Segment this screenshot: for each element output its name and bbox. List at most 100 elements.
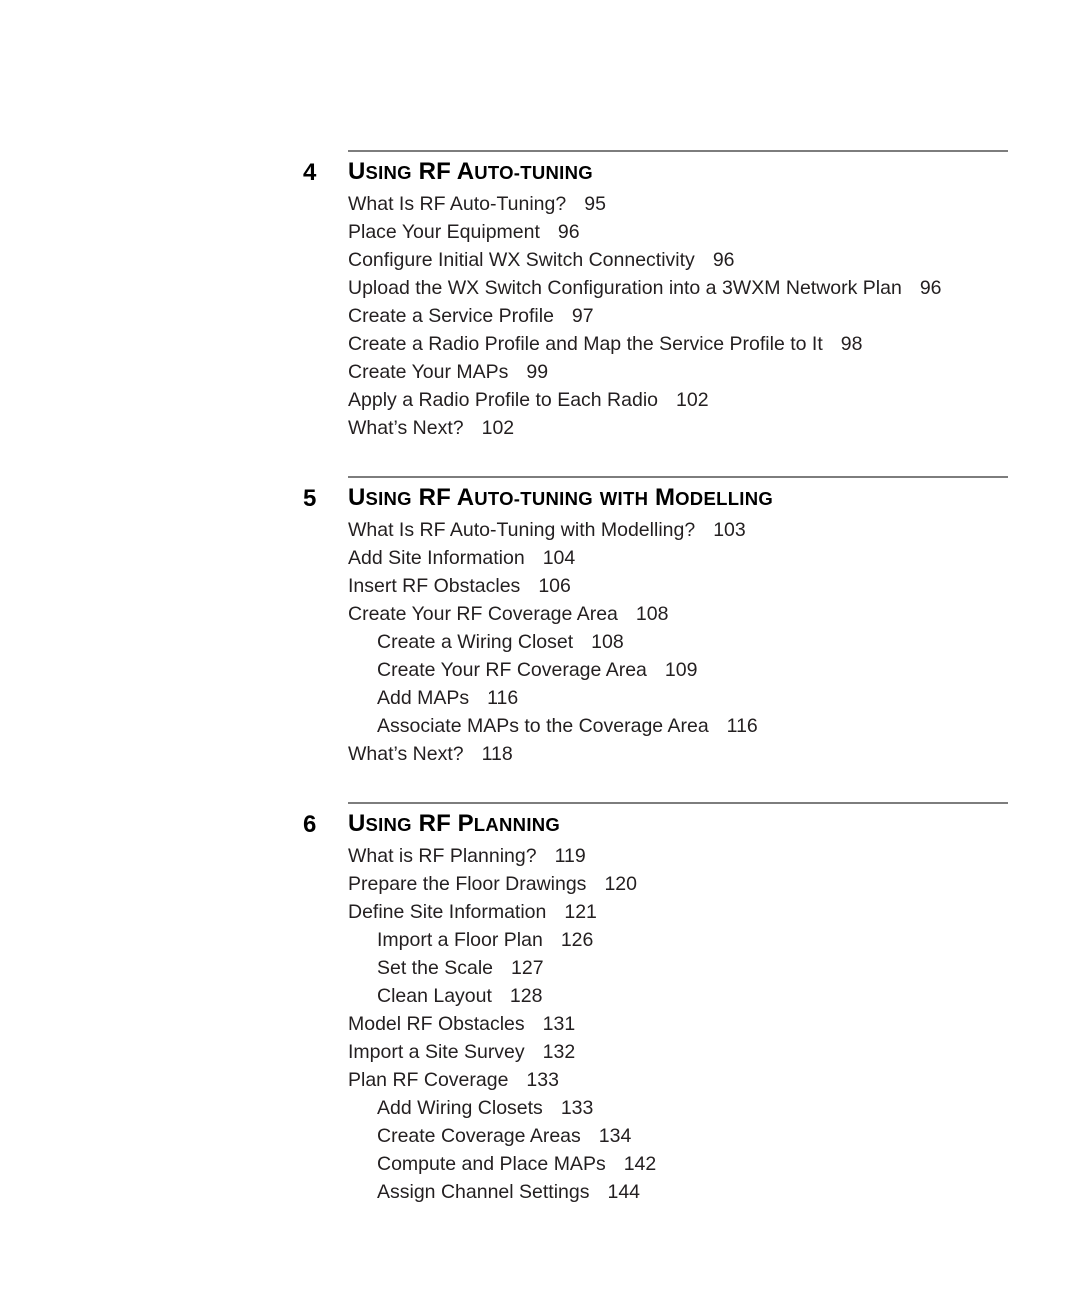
toc-entry[interactable]: Import a Site Survey 132	[348, 1038, 1008, 1066]
section-divider	[348, 150, 1008, 152]
chapter-title[interactable]: USING RF AUTO-TUNING WITH MODELLING	[348, 484, 1008, 512]
toc-entry-page-number: 108	[635, 602, 669, 625]
toc-entry-page-number: 102	[481, 416, 515, 439]
toc-entry[interactable]: Configure Initial WX Switch Connectivity…	[348, 246, 1008, 274]
toc-entry-label: Create Coverage Areas	[377, 1124, 581, 1147]
toc-entry-label: What Is RF Auto-Tuning?	[348, 192, 567, 215]
toc-entry[interactable]: Add Site Information 104	[348, 544, 1008, 572]
toc-entry-label: Import a Site Survey	[348, 1040, 525, 1063]
toc-entry-label: Add Wiring Closets	[377, 1096, 543, 1119]
toc-entry[interactable]: Clean Layout 128	[348, 982, 1008, 1010]
toc-entry[interactable]: Insert RF Obstacles 106	[348, 572, 1008, 600]
toc-entry-list: What Is RF Auto-Tuning? 95 Place Your Equi…	[0, 190, 1008, 442]
toc-entry-page-number: 106	[538, 574, 571, 597]
toc-entry-label: Prepare the Floor Drawings	[348, 872, 587, 895]
chapter-block: 6 USING RF PLANNING What is RF Planning? 11…	[0, 801, 1008, 1206]
toc-entry[interactable]: Associate MAPs to the Coverage Area 116	[348, 712, 1008, 740]
toc-entry-page-number: 126	[560, 928, 594, 951]
toc-entry[interactable]: Add Wiring Closets 133	[348, 1094, 1008, 1122]
toc-entry[interactable]: Plan RF Coverage 133	[348, 1066, 1008, 1094]
chapter-block: 4 USING RF AUTO-TUNING What Is RF Auto-Tun…	[0, 150, 1008, 442]
toc-entry-page-number: 116	[726, 714, 758, 737]
toc-entry[interactable]: Define Site Information 121	[348, 898, 1008, 926]
toc-entry[interactable]: Upload the WX Switch Configuration into …	[348, 274, 1008, 302]
toc-entry-label: Create a Service Profile	[348, 304, 554, 327]
toc-entry-label: Plan RF Coverage	[348, 1068, 509, 1091]
toc-entry[interactable]: What’s Next? 118	[348, 740, 1008, 768]
toc-entry-label: Upload the WX Switch Configuration into …	[348, 276, 902, 299]
toc-entry-page-number: 99	[526, 360, 549, 383]
chapter-number: 5	[303, 484, 317, 512]
toc-entry-page-number: 121	[564, 900, 597, 923]
toc-entry-label: Apply a Radio Profile to Each Radio	[348, 388, 659, 411]
toc-entry[interactable]: What Is RF Auto-Tuning with Modelling? 10…	[348, 516, 1008, 544]
toc-entry-label: What is RF Planning?	[348, 844, 537, 867]
chapter-heading: 4 USING RF AUTO-TUNING	[0, 150, 1008, 186]
toc-entry-page-number: 103	[713, 518, 746, 541]
toc-entry-list: What is RF Planning? 119 Prepare the Floor…	[0, 842, 1008, 1206]
toc-entry[interactable]: Create Your MAPs 99	[348, 358, 1008, 386]
toc-entry[interactable]: Add MAPs 116	[348, 684, 1008, 712]
toc-entry[interactable]: What’s Next? 102	[348, 414, 1008, 442]
toc-entry-page-number: 118	[481, 742, 513, 765]
toc-entry-page-number: 96	[557, 220, 580, 243]
toc-entry[interactable]: Create Your RF Coverage Area 109	[348, 656, 1008, 684]
toc-entry[interactable]: Create a Wiring Closet 108	[348, 628, 1008, 656]
toc-entry[interactable]: Create Coverage Areas 134	[348, 1122, 1008, 1150]
toc-entry-label: Create Your RF Coverage Area	[348, 602, 618, 625]
toc-entry-label: Add Site Information	[348, 546, 525, 569]
toc-entry-page-number: 144	[607, 1180, 641, 1203]
toc-entry-page-number: 120	[604, 872, 637, 895]
toc-entry[interactable]: What Is RF Auto-Tuning? 95	[348, 190, 1008, 218]
toc-entry-page-number: 108	[591, 630, 624, 653]
toc-entry-page-number: 133	[560, 1096, 594, 1119]
chapter-title[interactable]: USING RF AUTO-TUNING	[348, 158, 1008, 186]
toc-entry[interactable]: Compute and Place MAPs 142	[348, 1150, 1008, 1178]
toc-entry[interactable]: Apply a Radio Profile to Each Radio 102	[348, 386, 1008, 414]
toc-entry[interactable]: Set the Scale 127	[348, 954, 1008, 982]
toc-entry-page-number: 142	[623, 1152, 657, 1175]
toc-entry-page-number: 131	[542, 1012, 576, 1035]
toc-entry[interactable]: Create Your RF Coverage Area 108	[348, 600, 1008, 628]
toc-entry[interactable]: Model RF Obstacles 131	[348, 1010, 1008, 1038]
toc-entry-page-number: 134	[598, 1124, 632, 1147]
toc-entry[interactable]: Assign Channel Settings 144	[348, 1178, 1008, 1206]
toc-entry-page-number: 98	[840, 332, 863, 355]
toc-entry-label: What’s Next?	[348, 742, 464, 765]
toc-entry-page-number: 132	[542, 1040, 576, 1063]
chapter-heading: 6 USING RF PLANNING	[0, 801, 1008, 838]
toc-entry-page-number: 96	[919, 276, 942, 299]
toc-entry-page-number: 104	[542, 546, 576, 569]
toc-entry[interactable]: Create a Radio Profile and Map the Servi…	[348, 330, 1008, 358]
toc-entry[interactable]: What is RF Planning? 119	[348, 842, 1008, 870]
toc-entry[interactable]: Create a Service Profile 97	[348, 302, 1008, 330]
toc-entry[interactable]: Import a Floor Plan 126	[348, 926, 1008, 954]
toc-entry-page-number: 97	[571, 304, 594, 327]
toc-entry-label: Add MAPs	[377, 686, 470, 709]
toc-entry-label: Insert RF Obstacles	[348, 574, 521, 597]
chapter-block: 5 USING RF AUTO-TUNING WITH MODELLING What…	[0, 475, 1008, 768]
section-divider	[348, 801, 1008, 804]
chapter-list: 4 USING RF AUTO-TUNING What Is RF Auto-Tun…	[0, 150, 1008, 1206]
toc-entry-label: What’s Next?	[348, 416, 464, 439]
toc-entry-label: Create a Wiring Closet	[377, 630, 574, 653]
toc-entry-label: What Is RF Auto-Tuning with Modelling?	[348, 518, 696, 541]
toc-entry-page-number: 127	[511, 956, 544, 979]
chapter-title[interactable]: USING RF PLANNING	[348, 810, 1008, 838]
section-divider	[348, 475, 1008, 478]
toc-entry-label: Place Your Equipment	[348, 220, 540, 243]
toc-entry-label: Create Your RF Coverage Area	[377, 658, 647, 681]
toc-entry-label: Create a Radio Profile and Map the Servi…	[348, 332, 823, 355]
toc-entry-page-number: 119	[554, 844, 586, 867]
toc-entry-page-number: 102	[676, 388, 709, 411]
toc-entry[interactable]: Prepare the Floor Drawings 120	[348, 870, 1008, 898]
toc-entry-label: Import a Floor Plan	[377, 928, 543, 951]
toc-entry-label: Set the Scale	[377, 956, 493, 979]
toc-page: 4 USING RF AUTO-TUNING What Is RF Auto-Tun…	[0, 0, 1080, 1296]
toc-entry-label: Compute and Place MAPs	[377, 1152, 606, 1175]
toc-entry[interactable]: Place Your Equipment 96	[348, 218, 1008, 246]
toc-entry-page-number: 116	[487, 686, 519, 709]
toc-entry-page-number: 96	[712, 248, 735, 271]
toc-entry-list: What Is RF Auto-Tuning with Modelling? 10…	[0, 516, 1008, 768]
toc-entry-label: Clean Layout	[377, 984, 492, 1007]
